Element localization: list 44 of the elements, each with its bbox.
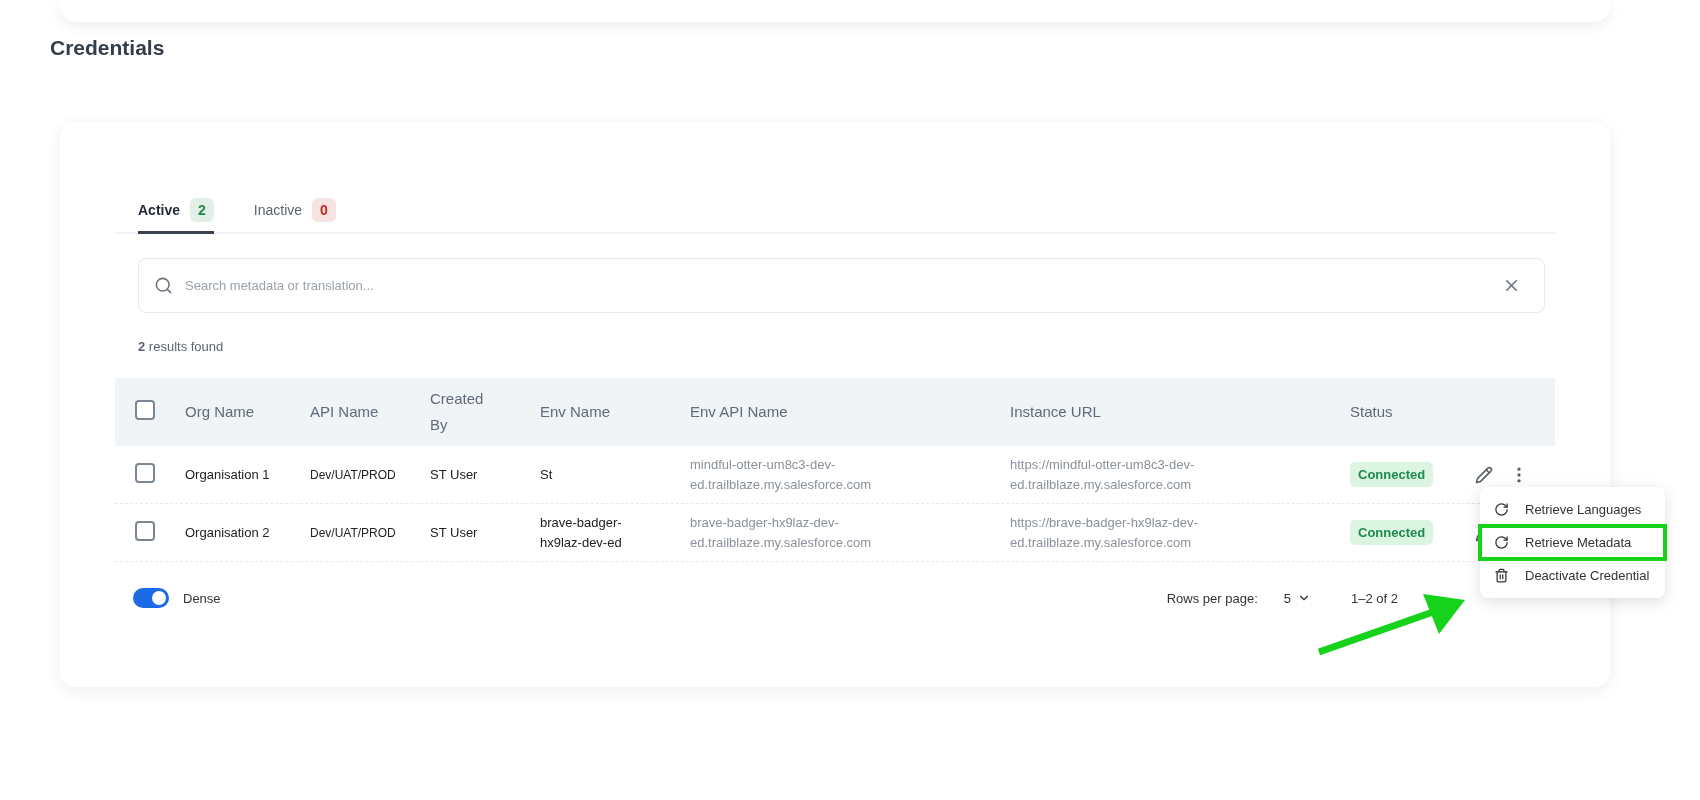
menu-item[interactable]: Retrieve Languages <box>1480 493 1665 526</box>
search-field[interactable]: Search metadata or translation... <box>138 258 1545 313</box>
table-cell-text: Organisation 1 <box>184 465 270 484</box>
pagination-range: 1–2 of 2 <box>1351 590 1398 606</box>
menu-item[interactable]: Deactivate Credential <box>1480 559 1665 592</box>
search-icon <box>154 276 173 295</box>
tab[interactable]: Active 2 <box>138 192 214 234</box>
toggle-label: Dense <box>183 590 221 606</box>
table-cell-text: https://mindful-otter-um8c3-dev-ed.trailblaze.my.salesforce.com <box>1009 455 1196 494</box>
column-header: Env Name <box>539 402 612 422</box>
column-header: Env API Name <box>689 402 789 422</box>
section-heading: Credentials <box>50 36 165 60</box>
column-header: API Name <box>309 402 380 422</box>
rows-per-page-select[interactable]: 5 <box>1283 590 1311 606</box>
column-header: Org Name <box>184 402 256 422</box>
menu-item[interactable]: Retrieve Metadata <box>1480 526 1665 559</box>
table-cell-text: Dev/UAT/PROD <box>309 524 396 542</box>
table-cell-text: brave-badger-hx9laz-dev-ed <box>539 513 623 552</box>
table-cell-text: St <box>539 465 553 484</box>
refresh-icon <box>1494 535 1509 550</box>
table-cell-text: https://brave-badger-hx9laz-dev-ed.trailblaze.my.salesforce.com <box>1009 513 1199 552</box>
rows-per-page-label: Rows per page: <box>1166 590 1258 606</box>
status-badge: Connected <box>1350 520 1434 545</box>
checkbox[interactable] <box>135 462 155 483</box>
pencil-icon[interactable] <box>1475 465 1493 484</box>
count-badge: 2 <box>190 198 214 222</box>
checkbox[interactable] <box>135 400 155 420</box>
table-cell-text: Dev/UAT/PROD <box>309 466 396 484</box>
table-cell-text: Organisation 2 <box>184 523 270 542</box>
column-header: Created By <box>429 389 485 435</box>
count-badge: 0 <box>312 198 336 222</box>
table-cell-text: brave-badger-hx9laz-dev-ed.trailblaze.my.salesforce.com <box>689 513 873 552</box>
results-count: 2 results found <box>138 339 225 354</box>
table-cell-text: ST User <box>429 465 478 484</box>
column-header: Status <box>1349 402 1394 422</box>
checkbox[interactable] <box>135 520 155 541</box>
column-header: Instance URL <box>1009 402 1102 422</box>
dense-toggle[interactable] <box>133 588 169 608</box>
table-cell-text: mindful-otter-um8c3-dev-ed.trailblaze.my.salesforce.com <box>689 455 873 494</box>
trash-icon <box>1494 568 1509 583</box>
tab[interactable]: Inactive 0 <box>253 192 336 234</box>
table-cell-text: ST User <box>429 523 478 542</box>
refresh-icon <box>1494 502 1509 517</box>
status-badge: Connected <box>1350 462 1434 487</box>
